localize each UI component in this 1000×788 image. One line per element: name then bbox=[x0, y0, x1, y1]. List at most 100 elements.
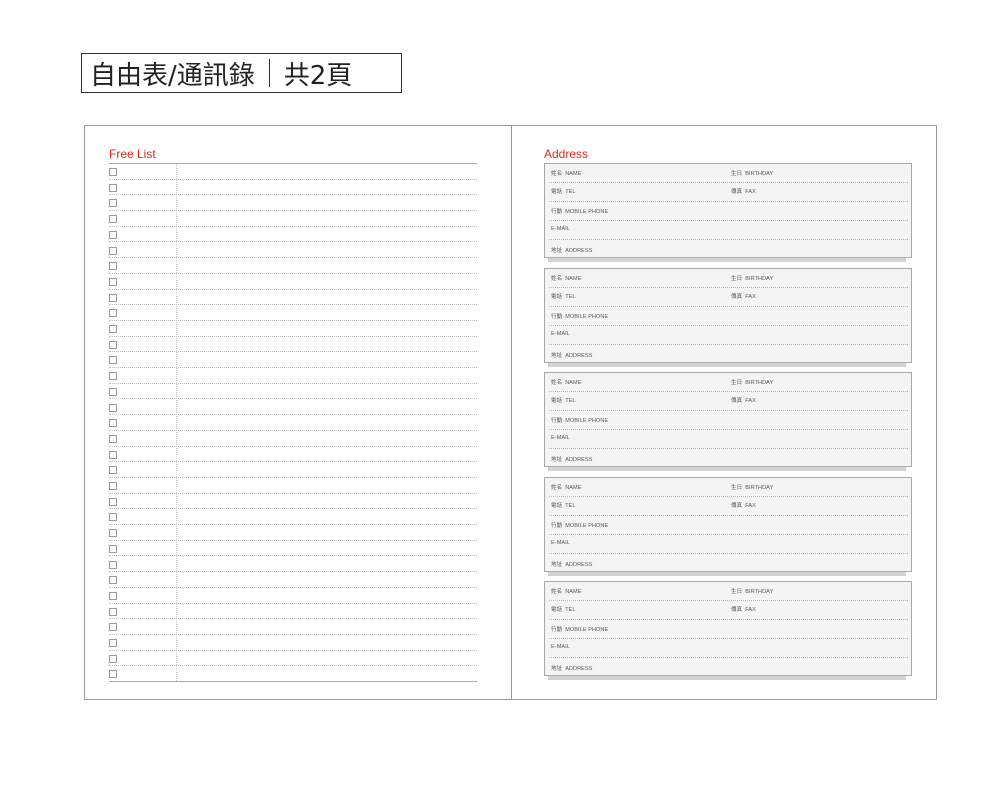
free-list-row bbox=[109, 384, 477, 400]
free-list-row bbox=[109, 415, 477, 431]
birthday-label: 生日 BIRTHDAY bbox=[731, 380, 774, 387]
card-row-mobile: 行動 MOBILE PHONE bbox=[549, 306, 908, 326]
card-row-name: 姓名 NAME 生日 BIRTHDAY bbox=[549, 373, 908, 393]
free-list bbox=[109, 163, 477, 682]
spread-spine bbox=[511, 126, 512, 699]
free-list-row bbox=[109, 180, 477, 196]
email-label: E-MAIL bbox=[551, 539, 570, 546]
header-page-count: 共2頁 bbox=[283, 60, 353, 91]
name-label: 姓名 NAME bbox=[551, 484, 582, 491]
email-label: E-MAIL bbox=[551, 330, 570, 337]
address-label: 地址 ADDRESS bbox=[551, 457, 593, 464]
checkbox[interactable] bbox=[109, 639, 117, 647]
free-list-row bbox=[109, 604, 477, 620]
notebook-spread: Free List Address 姓名 NAME 生日 BIRTHDAY 電話 TE… bbox=[84, 125, 937, 700]
email-label: E-MAIL bbox=[551, 435, 570, 442]
checkbox[interactable] bbox=[109, 309, 117, 318]
birthday-label: 生日 BIRTHDAY bbox=[731, 171, 774, 177]
checkbox[interactable] bbox=[109, 513, 117, 522]
checkbox[interactable] bbox=[109, 340, 117, 349]
checkbox[interactable] bbox=[109, 246, 117, 255]
checkbox[interactable] bbox=[109, 591, 117, 600]
fax-label: 傳真 FAX bbox=[731, 189, 756, 195]
checkbox[interactable] bbox=[109, 482, 117, 490]
mobile-label: 行動 MOBILE PHONE bbox=[551, 522, 609, 529]
checkbox[interactable] bbox=[109, 670, 117, 679]
checkbox[interactable] bbox=[109, 544, 117, 553]
card-row-email: E-MAIL bbox=[549, 429, 908, 450]
card-row-tel: 電話 TEL 傳真 FAX bbox=[549, 391, 908, 412]
free-list-row bbox=[109, 164, 477, 180]
address-card: 姓名 NAME 生日 BIRTHDAY 電話 TEL 傳真 FAX 行動 MOBILE P… bbox=[544, 267, 912, 367]
free-list-row bbox=[109, 509, 477, 526]
name-label: 姓名 NAME bbox=[551, 275, 582, 282]
tel-label: 電話 TEL bbox=[551, 293, 576, 300]
free-list-row bbox=[109, 494, 477, 510]
checkbox[interactable] bbox=[109, 450, 117, 459]
free-list-row bbox=[109, 321, 477, 337]
checkbox[interactable] bbox=[109, 387, 117, 396]
birthday-label: 生日 BIRTHDAY bbox=[731, 275, 774, 282]
card-row-email: E-MAIL bbox=[549, 534, 908, 554]
free-list-row bbox=[109, 651, 477, 667]
free-list-row bbox=[109, 368, 477, 384]
card-shadow bbox=[548, 258, 906, 262]
free-list-row bbox=[109, 352, 477, 369]
checkbox[interactable] bbox=[109, 403, 117, 412]
checkbox[interactable] bbox=[109, 434, 117, 443]
free-list-row bbox=[109, 525, 477, 541]
checkbox[interactable] bbox=[109, 325, 117, 333]
checkbox[interactable] bbox=[109, 199, 117, 208]
card-row-email: E-MAIL bbox=[549, 325, 908, 345]
mobile-label: 行動 MOBILE PHONE bbox=[551, 209, 609, 215]
checkbox[interactable] bbox=[109, 607, 117, 616]
card-row-tel: 電話 TEL 傳真 FAX bbox=[549, 287, 908, 307]
checkbox[interactable] bbox=[109, 293, 117, 302]
free-list-row bbox=[109, 635, 477, 651]
card-row-name: 姓名 NAME 生日 BIRTHDAY bbox=[549, 582, 908, 602]
free-list-row bbox=[109, 619, 477, 635]
card-row-mobile: 行動 MOBILE PHONE bbox=[549, 410, 908, 431]
email-label: E-MAIL bbox=[551, 226, 570, 232]
free-list-row bbox=[109, 337, 477, 353]
header-divider bbox=[268, 59, 270, 87]
checkbox[interactable] bbox=[109, 372, 117, 381]
free-list-row bbox=[109, 274, 477, 290]
checkbox[interactable] bbox=[109, 419, 117, 428]
fax-label: 傳真 FAX bbox=[731, 502, 756, 509]
free-list-row bbox=[109, 557, 477, 573]
checkbox[interactable] bbox=[109, 168, 117, 176]
checkbox[interactable] bbox=[109, 560, 117, 569]
free-list-row bbox=[109, 290, 477, 306]
address-card: 姓名 NAME 生日 BIRTHDAY 電話 TEL 傳真 FAX 行動 MOBILE P… bbox=[544, 372, 912, 472]
free-list-row bbox=[109, 462, 477, 478]
address-label: 地址 ADDRESS bbox=[551, 666, 593, 673]
checkbox[interactable] bbox=[109, 183, 117, 192]
checkbox[interactable] bbox=[109, 576, 117, 585]
checkbox[interactable] bbox=[109, 262, 117, 271]
checkbox[interactable] bbox=[109, 529, 117, 538]
card-shadow bbox=[548, 571, 906, 576]
checkbox[interactable] bbox=[109, 497, 117, 506]
mobile-label: 行動 MOBILE PHONE bbox=[551, 627, 609, 634]
card-row-tel: 電話 TEL 傳真 FAX bbox=[549, 182, 908, 202]
free-list-row bbox=[109, 227, 477, 243]
checkbox[interactable] bbox=[109, 466, 117, 475]
name-label: 姓名 NAME bbox=[551, 380, 582, 387]
birthday-label: 生日 BIRTHDAY bbox=[731, 484, 774, 491]
checkbox[interactable] bbox=[109, 623, 117, 632]
checkbox[interactable] bbox=[109, 277, 117, 286]
address-card: 姓名 NAME 生日 BIRTHDAY 電話 TEL 傳真 FAX 行動 MOBILE P… bbox=[544, 476, 912, 576]
page-header: 自由表/通訊錄 共2頁 bbox=[81, 53, 402, 93]
tel-label: 電話 TEL bbox=[551, 189, 576, 195]
checkbox[interactable] bbox=[109, 230, 117, 239]
card-row-tel: 電話 TEL 傳真 FAX bbox=[549, 600, 908, 621]
card-row-mobile: 行動 MOBILE PHONE bbox=[549, 515, 908, 535]
card-row-address: 地址 ADDRESS bbox=[549, 657, 908, 677]
checkbox[interactable] bbox=[109, 356, 117, 365]
checkbox[interactable] bbox=[109, 654, 117, 663]
card-row-mobile: 行動 MOBILE PHONE bbox=[549, 619, 908, 640]
mobile-label: 行動 MOBILE PHONE bbox=[551, 418, 609, 425]
checkbox[interactable] bbox=[109, 215, 117, 224]
free-list-row bbox=[109, 211, 477, 227]
